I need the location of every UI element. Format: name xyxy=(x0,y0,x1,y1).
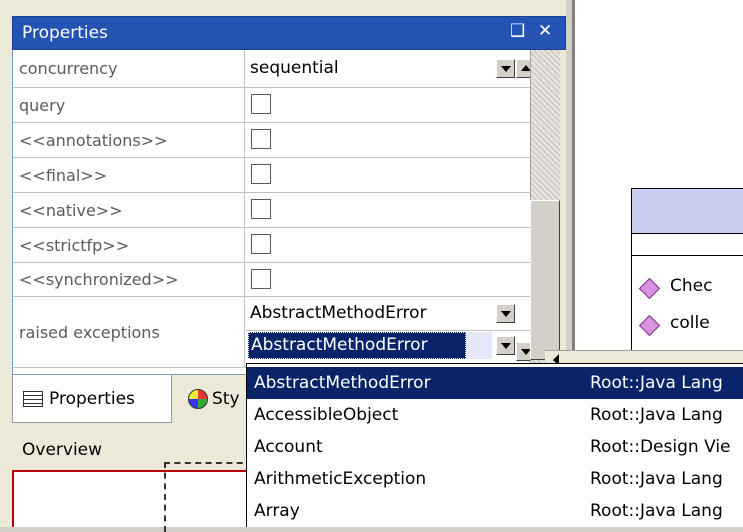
class-attributes-section xyxy=(631,234,743,256)
property-name: <<native>> xyxy=(13,193,245,227)
properties-icon xyxy=(23,390,43,407)
styles-icon xyxy=(188,389,208,409)
exception-dropdown-list[interactable]: AbstractMethodError Root::Java Lang Acce… xyxy=(246,363,743,527)
option-name: ArithmeticException xyxy=(254,469,427,489)
tab-properties[interactable]: Properties xyxy=(12,375,172,423)
operation-icon xyxy=(638,277,661,300)
class-header[interactable] xyxy=(631,188,743,234)
dropdown-option[interactable]: ArithmeticException Root::Java Lang xyxy=(247,463,743,495)
option-name: AccessibleObject xyxy=(254,405,399,425)
annotations-checkbox[interactable] xyxy=(251,129,271,149)
property-name: <<final>> xyxy=(13,158,245,192)
dropdown-option[interactable]: AbstractMethodError Root::Java Lang xyxy=(247,367,743,399)
option-path: Root::Design Vie xyxy=(590,437,731,457)
property-name: <<synchronized>> xyxy=(13,263,245,296)
properties-titlebar[interactable]: Properties ❑ ✕ xyxy=(12,16,566,50)
property-row-annotations: <<annotations>> xyxy=(13,123,531,158)
strictfp-checkbox[interactable] xyxy=(251,234,271,254)
property-row-native: <<native>> xyxy=(13,193,531,228)
property-name: <<annotations>> xyxy=(13,123,245,157)
property-name: raised exceptions xyxy=(13,297,245,367)
properties-grid: concurrency sequential query <<annotatio… xyxy=(12,50,535,380)
property-row-strictfp: <<strictfp>> xyxy=(13,228,531,263)
final-checkbox[interactable] xyxy=(251,164,271,184)
dropdown-option[interactable]: AccessibleObject Root::Java Lang xyxy=(247,399,743,431)
option-name: Account xyxy=(254,437,323,457)
exception-edit-field[interactable]: AbstractMethodError xyxy=(246,332,535,362)
property-name: query xyxy=(13,88,245,122)
option-name: Array xyxy=(254,501,300,521)
exception-edit-value[interactable]: AbstractMethodError xyxy=(248,332,466,359)
query-checkbox[interactable] xyxy=(251,94,271,114)
class-operations-section: Chec colle xyxy=(631,256,743,356)
dropdown-option[interactable]: Array Root::Java Lang xyxy=(247,495,743,527)
option-path: Root::Java Lang xyxy=(590,469,723,489)
tab-label: Properties xyxy=(49,388,135,409)
overview-title: Overview xyxy=(22,440,103,460)
chevron-down-icon[interactable] xyxy=(496,59,515,78)
property-name: concurrency xyxy=(13,50,245,87)
synchronized-checkbox[interactable] xyxy=(251,269,271,289)
native-checkbox[interactable] xyxy=(251,199,271,219)
exception-value: AbstractMethodError xyxy=(250,303,427,323)
close-icon[interactable]: ✕ xyxy=(538,21,552,41)
scrollbar-thumb[interactable] xyxy=(530,200,560,360)
option-path: Root::Java Lang xyxy=(590,501,723,521)
property-row-concurrency: concurrency sequential xyxy=(13,50,535,88)
option-path: Root::Java Lang xyxy=(590,373,723,393)
pin-icon[interactable]: ❑ xyxy=(510,21,525,41)
concurrency-select[interactable]: sequential xyxy=(246,50,535,87)
option-path: Root::Java Lang xyxy=(590,405,723,425)
operation-icon xyxy=(638,314,661,337)
property-row-synchronized: <<synchronized>> xyxy=(13,263,531,297)
property-row-raised-exceptions: raised exceptions AbstractMethodError Ab… xyxy=(13,297,535,368)
operation-label[interactable]: colle xyxy=(670,313,710,333)
panel-title: Properties xyxy=(22,23,108,43)
exception-item[interactable]: AbstractMethodError xyxy=(246,297,531,331)
tab-label: Sty xyxy=(212,389,240,409)
property-name: <<strictfp>> xyxy=(13,228,245,262)
property-row-query: query xyxy=(13,88,531,123)
operation-label[interactable]: Chec xyxy=(670,276,712,296)
dropdown-option[interactable]: Account Root::Design Vie xyxy=(247,431,743,463)
chevron-down-icon[interactable] xyxy=(496,336,515,355)
chevron-down-icon[interactable] xyxy=(496,304,515,323)
property-row-final: <<final>> xyxy=(13,158,531,193)
option-name: AbstractMethodError xyxy=(254,373,431,393)
concurrency-value: sequential xyxy=(250,58,339,78)
